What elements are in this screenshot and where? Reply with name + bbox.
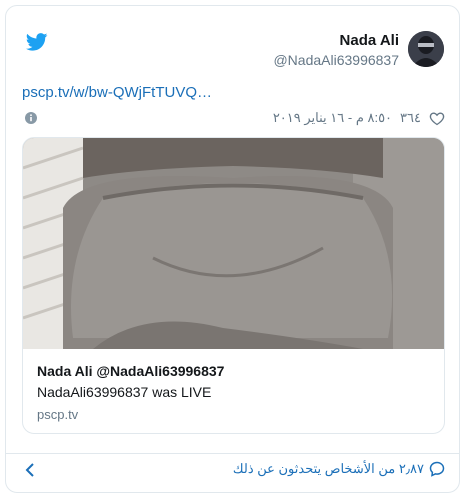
embedded-tweet: Nada Ali @NadaAli63996837 pscp.tv/w/bw-Q… <box>5 5 460 493</box>
card-description: NadaAli63996837 was LIVE <box>37 384 212 400</box>
tweet-link[interactable]: pscp.tv/w/bw-QWjFtTUVQ… <box>22 84 212 101</box>
like-count[interactable]: ٣٦٤ <box>400 110 421 126</box>
speech-bubble-icon <box>429 461 445 477</box>
chevron-left-icon[interactable] <box>24 461 36 479</box>
timestamp[interactable]: ٨:٥٠ م - ١٦ يناير ٢٠١٩ <box>273 110 392 126</box>
info-icon[interactable] <box>25 112 37 124</box>
card-title: Nada Ali @NadaAli63996837 <box>37 363 225 379</box>
twitter-bird-icon[interactable] <box>26 33 48 51</box>
conversation-text[interactable]: ٢٫٨٧ من الأشخاص يتحدثون عن ذلك <box>233 461 424 477</box>
display-name[interactable]: Nada Ali <box>340 32 399 49</box>
link-card[interactable]: Nada Ali @NadaAli63996837 NadaAli6399683… <box>22 137 445 434</box>
heart-icon[interactable] <box>429 111 445 126</box>
card-image <box>23 138 444 349</box>
avatar[interactable] <box>408 31 444 67</box>
divider <box>6 453 459 454</box>
conversation-link[interactable]: ٢٫٨٧ من الأشخاص يتحدثون عن ذلك <box>233 461 445 477</box>
tweet-meta: ٣٦٤ ٨:٥٠ م - ١٦ يناير ٢٠١٩ <box>273 110 445 126</box>
card-domain: pscp.tv <box>37 407 79 422</box>
avatar-image <box>408 31 444 67</box>
user-handle[interactable]: @NadaAli63996837 <box>273 52 399 68</box>
